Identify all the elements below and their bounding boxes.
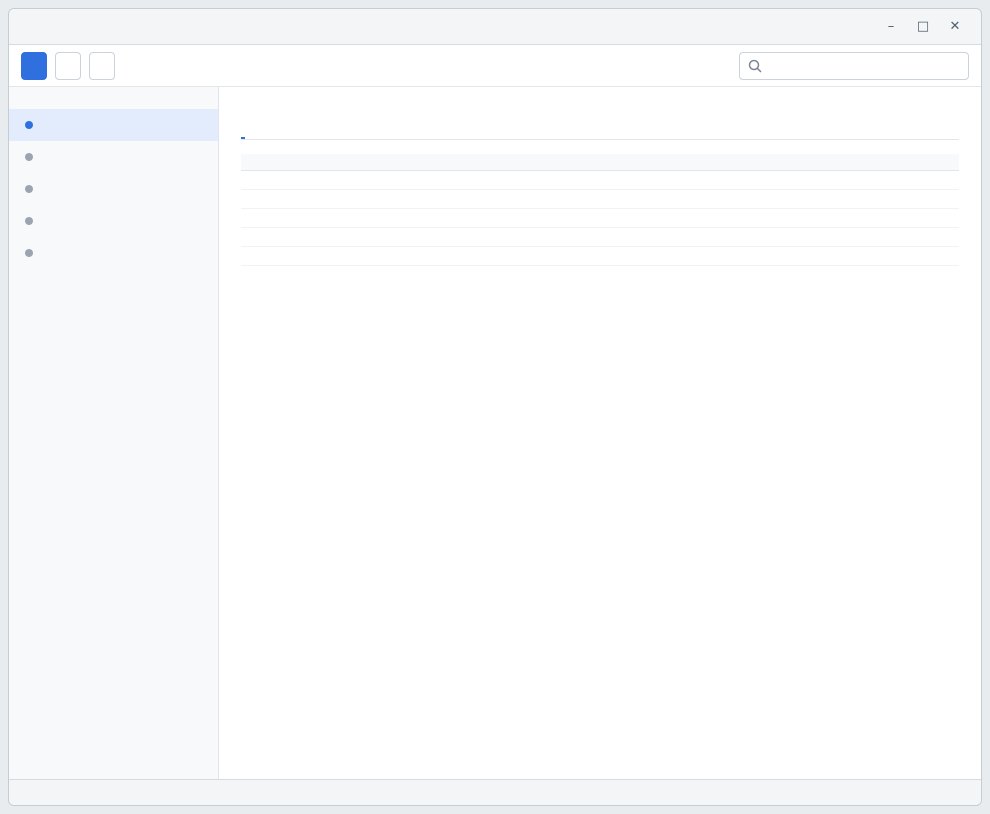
table-cell <box>779 189 959 209</box>
tab-1[interactable] <box>241 121 245 139</box>
table-header-row <box>241 154 959 171</box>
tab-2[interactable] <box>263 121 267 139</box>
table-row[interactable] <box>241 189 959 209</box>
app-window: – □ ✕ <box>8 8 982 806</box>
sidebar-item-2[interactable] <box>9 141 218 173</box>
nav-dot-icon <box>25 217 33 225</box>
window-controls: – □ ✕ <box>877 16 969 38</box>
search-box[interactable] <box>739 51 969 80</box>
table-cell <box>779 170 959 190</box>
table-cell <box>779 227 959 247</box>
table-cell <box>241 170 421 190</box>
table-row[interactable] <box>241 227 959 247</box>
column-header[interactable] <box>779 154 959 171</box>
table-cell <box>241 227 421 247</box>
toolbar-button-1[interactable] <box>21 51 47 80</box>
table-cell <box>241 208 421 228</box>
table-cell <box>420 208 600 228</box>
main-content <box>219 87 981 779</box>
table-cell <box>600 189 780 209</box>
table-cell <box>600 208 780 228</box>
toolbar-button-2[interactable] <box>55 51 81 80</box>
sidebar-item-1[interactable] <box>9 109 218 141</box>
table-row[interactable] <box>241 170 959 190</box>
table-row[interactable] <box>241 208 959 228</box>
title-bar[interactable]: – □ ✕ <box>9 9 981 45</box>
window-body <box>9 87 981 779</box>
column-header[interactable] <box>420 154 600 171</box>
sidebar-item-4[interactable] <box>9 205 218 237</box>
table-cell <box>420 189 600 209</box>
maximize-button[interactable]: □ <box>909 16 937 38</box>
search-input[interactable] <box>768 58 960 73</box>
sidebar-item-5[interactable] <box>9 237 218 269</box>
minimize-button[interactable]: – <box>877 16 905 38</box>
column-header[interactable] <box>600 154 780 171</box>
table-cell <box>600 170 780 190</box>
search-icon <box>748 59 762 73</box>
status-bar <box>9 779 981 805</box>
nav-dot-icon <box>25 121 33 129</box>
toolbar <box>9 45 981 87</box>
tab-bar <box>241 121 959 140</box>
table-cell <box>241 246 421 266</box>
table-row[interactable] <box>241 246 959 266</box>
data-table <box>241 154 959 266</box>
table-cell <box>241 189 421 209</box>
close-icon: ✕ <box>949 19 961 34</box>
sidebar <box>9 87 219 779</box>
nav-dot-icon <box>25 153 33 161</box>
table-cell <box>600 246 780 266</box>
table-cell <box>600 227 780 247</box>
nav-dot-icon <box>25 185 33 193</box>
minimize-icon: – <box>887 19 895 34</box>
table-cell <box>779 208 959 228</box>
maximize-icon: □ <box>916 19 930 34</box>
table-cell <box>420 170 600 190</box>
toolbar-button-3[interactable] <box>89 51 115 80</box>
tab-3[interactable] <box>285 121 289 139</box>
sidebar-item-3[interactable] <box>9 173 218 205</box>
column-header[interactable] <box>241 154 421 171</box>
close-button[interactable]: ✕ <box>941 16 969 38</box>
table-cell <box>420 227 600 247</box>
table-cell <box>779 246 959 266</box>
nav-dot-icon <box>25 249 33 257</box>
sidebar-heading <box>9 97 218 109</box>
table-cell <box>420 246 600 266</box>
